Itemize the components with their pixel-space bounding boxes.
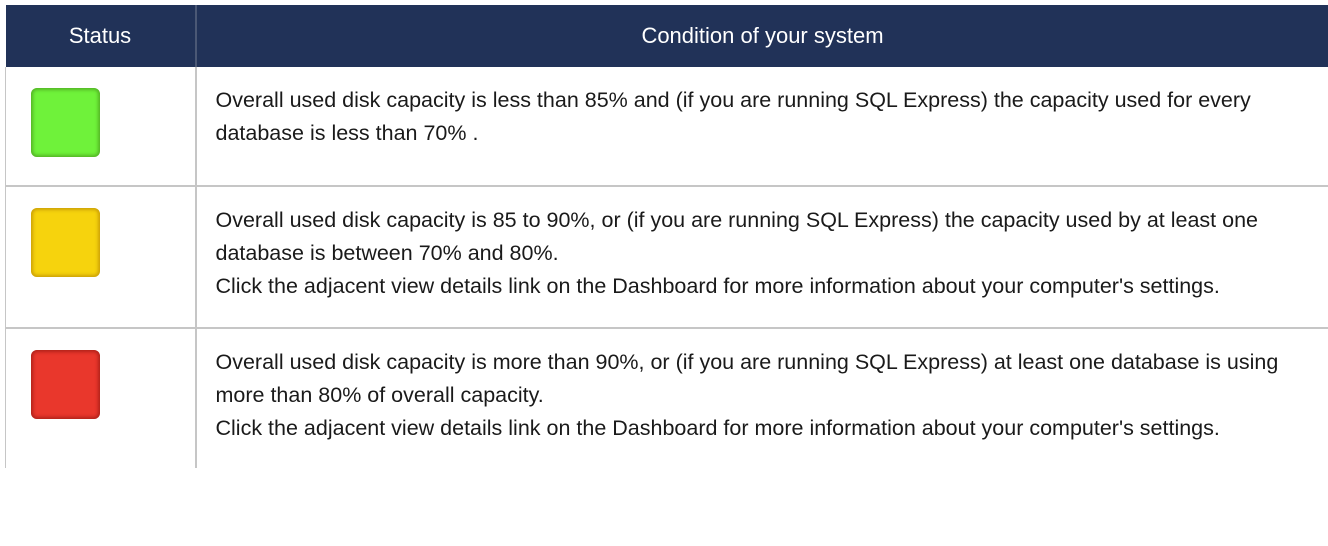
condition-text: Overall used disk capacity is 85 to 90%,… [215, 208, 1259, 265]
yellow-status-icon [31, 208, 100, 277]
status-column-header: Status [5, 5, 197, 67]
red-status-icon [31, 350, 100, 419]
condition-note: Click the adjacent view details link on … [215, 416, 1220, 440]
table-row: Overall used disk capacity is less than … [5, 67, 1328, 186]
green-status-icon [31, 88, 100, 157]
condition-cell: Overall used disk capacity is 85 to 90%,… [195, 185, 1328, 328]
table-row: Overall used disk capacity is 85 to 90%,… [5, 185, 1328, 328]
condition-cell: Overall used disk capacity is less than … [196, 67, 1328, 186]
table-header-row: Status Condition of your system [5, 5, 1328, 67]
status-cell [5, 327, 197, 468]
status-cell [5, 67, 197, 186]
status-cell [5, 185, 197, 328]
condition-text: Overall used disk capacity is less than … [215, 88, 1251, 145]
status-condition-table: Status Condition of your system Overall … [5, 5, 1328, 468]
condition-column-header: Condition of your system [195, 5, 1328, 67]
condition-cell: Overall used disk capacity is more than … [195, 327, 1328, 468]
condition-note: Click the adjacent view details link on … [215, 274, 1220, 298]
condition-text: Overall used disk capacity is more than … [215, 350, 1279, 407]
table-row: Overall used disk capacity is more than … [5, 327, 1328, 468]
